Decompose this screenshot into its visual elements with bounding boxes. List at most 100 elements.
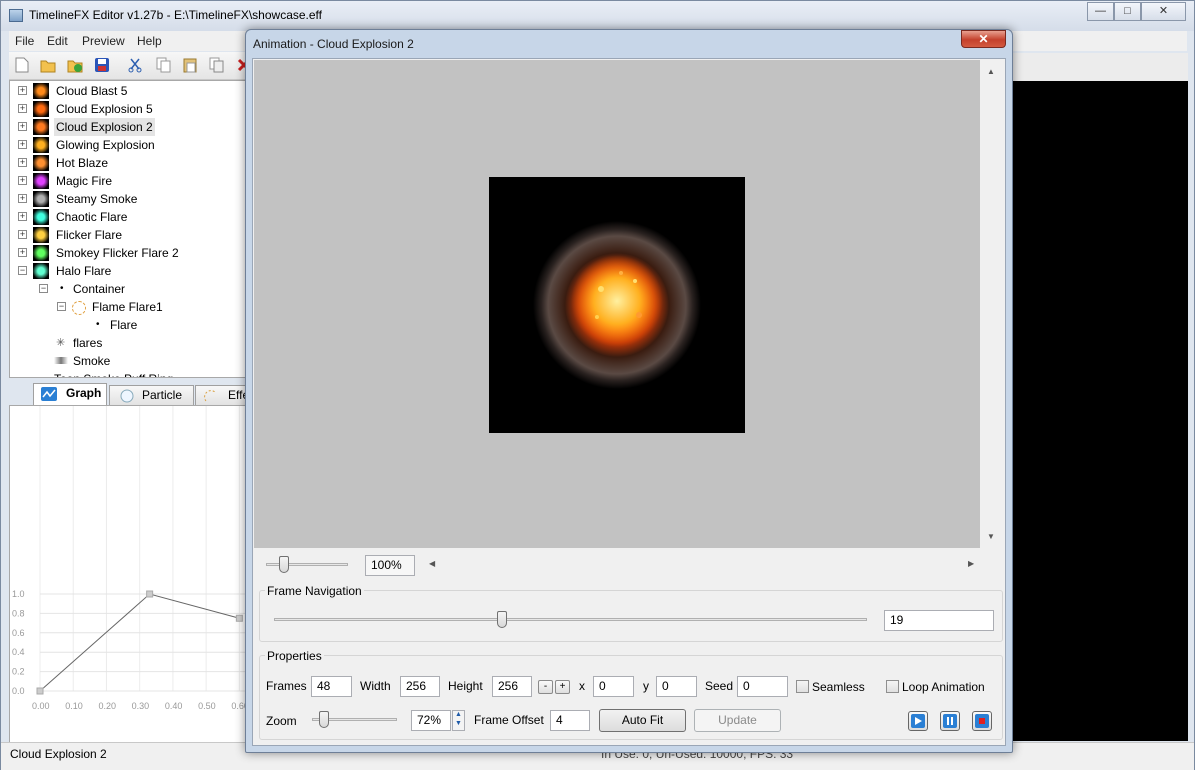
tab-particle[interactable]: Particle xyxy=(109,385,194,405)
menu-file[interactable]: File xyxy=(15,34,34,48)
graph-node[interactable] xyxy=(36,687,44,695)
zoom-spinner[interactable]: ▲ ▼ xyxy=(452,710,465,731)
zoom-slider[interactable] xyxy=(319,711,329,728)
tree-item-label: Cloud Explosion 5 xyxy=(56,102,153,116)
effect-thumbnail-icon xyxy=(33,173,49,189)
toolbar xyxy=(9,52,259,80)
tree-item-label: Smokey Flicker Flare 2 xyxy=(56,246,179,260)
collapse-toggle[interactable]: − xyxy=(57,302,66,311)
tree-item[interactable]: + Cloud Blast 5 xyxy=(10,82,248,100)
spin-down-icon[interactable]: ▼ xyxy=(455,720,462,727)
tree-item[interactable]: + Flicker Flare xyxy=(10,226,248,244)
new-file-icon[interactable] xyxy=(13,56,31,74)
animation-canvas[interactable] xyxy=(254,60,980,548)
effect-icon xyxy=(204,390,217,402)
tree-item[interactable]: + Chaotic Flare xyxy=(10,208,248,226)
tree-item-partial[interactable]: Toon Smoke Puff Ring xyxy=(10,370,248,377)
size-increase-button[interactable]: + xyxy=(555,680,570,694)
paste-icon[interactable] xyxy=(181,56,199,74)
tree-item-smoke[interactable]: Smoke xyxy=(10,352,248,370)
x-field[interactable]: 0 xyxy=(593,676,634,697)
frame-track[interactable] xyxy=(274,618,867,621)
x-tick-label: 0.30 xyxy=(132,701,150,711)
zoom-field[interactable]: 72% xyxy=(411,710,451,731)
seed-field[interactable]: 0 xyxy=(737,676,788,697)
pause-button[interactable] xyxy=(940,711,960,731)
canvas-zoom-slider[interactable] xyxy=(279,556,289,573)
width-field[interactable]: 256 xyxy=(400,676,440,697)
tree-item[interactable]: + Cloud Explosion 2 xyxy=(10,118,248,136)
tree-item[interactable]: + Magic Fire xyxy=(10,172,248,190)
size-decrease-button[interactable]: - xyxy=(538,680,553,694)
expand-toggle[interactable]: + xyxy=(18,104,27,113)
scroll-up-icon[interactable]: ▲ xyxy=(987,67,995,76)
graph-node[interactable] xyxy=(146,590,154,598)
scroll-left-icon[interactable]: ◀ xyxy=(429,559,435,568)
tree-item[interactable]: + Hot Blaze xyxy=(10,154,248,172)
canvas-zoom-value: 100% xyxy=(365,555,415,576)
auto-fit-button[interactable]: Auto Fit xyxy=(599,709,686,732)
tree-item[interactable]: − Halo Flare xyxy=(10,262,248,280)
cut-icon[interactable] xyxy=(126,56,144,74)
status-text: Cloud Explosion 2 xyxy=(10,747,107,761)
y-field[interactable]: 0 xyxy=(656,676,697,697)
tree-item[interactable]: + Smokey Flicker Flare 2 xyxy=(10,244,248,262)
canvas-horizontal-scrollbar[interactable]: ◀ ▶ xyxy=(424,556,980,574)
dot-icon: • xyxy=(60,283,64,294)
play-button[interactable] xyxy=(908,711,928,731)
minimize-button[interactable]: — xyxy=(1087,2,1114,21)
expand-toggle[interactable]: + xyxy=(18,122,27,131)
tree-item[interactable]: + Glowing Explosion xyxy=(10,136,248,154)
expand-toggle[interactable]: + xyxy=(18,176,27,185)
tree-item-label: Hot Blaze xyxy=(56,156,109,170)
scroll-down-icon[interactable]: ▼ xyxy=(987,532,995,541)
tree-item[interactable]: + Cloud Explosion 5 xyxy=(10,100,248,118)
tree-item[interactable]: + Steamy Smoke xyxy=(10,190,248,208)
maximize-button[interactable]: □ xyxy=(1114,2,1141,21)
update-button[interactable]: Update xyxy=(694,709,781,732)
expand-toggle[interactable]: + xyxy=(18,212,27,221)
graph-grid xyxy=(39,406,246,692)
frame-number-field[interactable]: 19 xyxy=(884,610,994,631)
collapse-toggle[interactable]: − xyxy=(39,284,48,293)
menu-help[interactable]: Help xyxy=(137,34,162,48)
menu-preview[interactable]: Preview xyxy=(82,34,125,48)
expand-toggle[interactable]: + xyxy=(18,230,27,239)
record-button[interactable] xyxy=(972,711,992,731)
canvas-vertical-scrollbar[interactable]: ▲ ▼ xyxy=(982,60,1000,548)
height-field[interactable]: 256 xyxy=(492,676,532,697)
expand-toggle[interactable]: − xyxy=(18,266,27,275)
expand-toggle[interactable]: + xyxy=(18,194,27,203)
pause-icon xyxy=(943,714,957,728)
menu-edit[interactable]: Edit xyxy=(47,34,68,48)
loop-animation-checkbox[interactable] xyxy=(886,680,899,693)
save-icon[interactable] xyxy=(93,56,111,74)
x-tick-label: 0.00 xyxy=(32,701,50,711)
expand-toggle[interactable]: + xyxy=(18,158,27,167)
tab-graph[interactable]: Graph xyxy=(33,383,107,405)
frame-offset-field[interactable]: 4 xyxy=(550,710,590,731)
expand-toggle[interactable]: + xyxy=(18,86,27,95)
attribute-graph[interactable]: 0.00 0.10 0.20 0.30 0.40 0.50 0.601.00.80.60.4… xyxy=(10,406,249,742)
expand-toggle[interactable]: + xyxy=(18,248,27,257)
tree-item-label: Flare xyxy=(110,318,138,332)
tree-item-flare[interactable]: • Flare xyxy=(10,316,248,334)
open-folder-icon[interactable] xyxy=(39,56,57,74)
frame-slider[interactable] xyxy=(497,611,507,628)
expand-toggle[interactable]: + xyxy=(18,140,27,149)
spin-up-icon[interactable]: ▲ xyxy=(455,711,462,718)
graph-panel[interactable]: 0.00 0.10 0.20 0.30 0.40 0.50 0.60 1.0 0.8 0.6 0.4… xyxy=(9,405,249,743)
tree-item-container[interactable]: − • Container xyxy=(10,280,248,298)
frames-field[interactable]: 48 xyxy=(311,676,352,697)
duplicate-icon[interactable] xyxy=(208,56,226,74)
copy-icon[interactable] xyxy=(155,56,173,74)
tree-item-flame-flare[interactable]: − Flame Flare1 xyxy=(10,298,248,316)
graph-node[interactable] xyxy=(235,614,243,622)
scroll-right-icon[interactable]: ▶ xyxy=(968,559,974,568)
preview-viewport[interactable] xyxy=(1011,81,1188,741)
seamless-checkbox[interactable] xyxy=(796,680,809,693)
tree-item-flares[interactable]: ✳ flares xyxy=(10,334,248,352)
window-close-button[interactable]: ✕ xyxy=(1141,2,1186,21)
import-icon[interactable] xyxy=(66,56,84,74)
dialog-close-button[interactable]: ✕ xyxy=(961,30,1006,48)
